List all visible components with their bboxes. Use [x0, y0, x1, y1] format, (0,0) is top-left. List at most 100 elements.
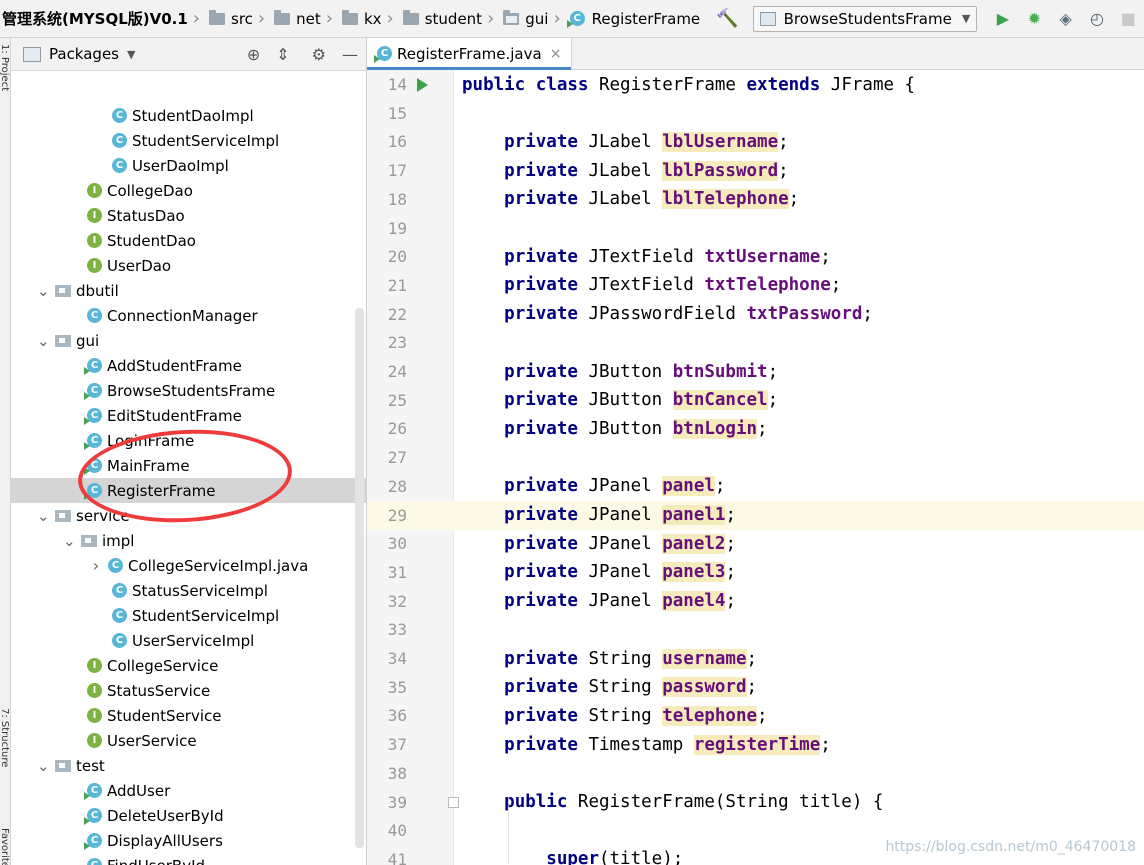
breadcrumb-item[interactable]: kx [336, 0, 384, 37]
breadcrumb-item[interactable]: C RegisterFrame [564, 0, 703, 37]
breadcrumb-item[interactable]: student [397, 0, 484, 37]
tree-item[interactable]: › C CollegeServiceImpl.java [11, 553, 366, 578]
hide-icon[interactable]: — [342, 45, 358, 64]
code-line[interactable]: 25 private JButton btnCancel; [367, 386, 1144, 415]
breadcrumb-item[interactable]: net [268, 0, 323, 37]
run-gutter-icon[interactable] [417, 77, 428, 92]
tree-item[interactable]: C StudentServiceImpl [11, 603, 366, 628]
tree-item[interactable]: C StudentServiceImpl [11, 128, 366, 153]
tree-item[interactable]: ⌄ service [11, 503, 366, 528]
code-line[interactable]: 39 public RegisterFrame(String title) { [367, 788, 1144, 817]
code-line[interactable]: 19 [367, 214, 1144, 243]
favorites-tool-label[interactable]: Favorites [0, 828, 10, 865]
code-area[interactable]: 14 public class RegisterFrame extends JFr… [367, 70, 1144, 865]
code-line[interactable]: 23 [367, 328, 1144, 357]
tree-item[interactable]: ⌄ impl [11, 528, 366, 553]
chevron-down-icon[interactable]: ▼ [127, 48, 135, 61]
code-line[interactable]: 20 private JTextField txtUsername; [367, 242, 1144, 271]
tree-item[interactable]: C FindUserById [11, 853, 366, 865]
code-line[interactable]: 24 private JButton btnSubmit; [367, 357, 1144, 386]
chevron-right-icon[interactable]: › [90, 556, 102, 575]
tab-registerframe-java[interactable]: C RegisterFrame.java × [367, 38, 573, 70]
stop-icon[interactable]: ■ [1113, 0, 1144, 37]
tree-item[interactable]: C DeleteUserById [11, 803, 366, 828]
package-icon [55, 284, 71, 297]
code-line[interactable]: 27 [367, 443, 1144, 472]
code-line[interactable]: 15 [367, 99, 1144, 128]
collapse-all-icon[interactable]: ⇕ [276, 45, 289, 64]
tree-item[interactable]: C BrowseStudentsFrame [11, 378, 366, 403]
fold-icon[interactable] [448, 796, 459, 808]
chevron-down-icon[interactable]: ⌄ [37, 757, 50, 775]
breadcrumb-label: gui [525, 9, 549, 28]
tree-item[interactable]: I StatusDao [11, 203, 366, 228]
chevron-down-icon[interactable]: ⌄ [37, 282, 50, 300]
code-line[interactable]: 29 private JPanel panel1; [367, 500, 1144, 530]
tree-item[interactable]: I UserDao [11, 253, 366, 278]
tree-item[interactable]: I StudentDao [11, 228, 366, 253]
breadcrumb-item[interactable]: src [203, 0, 255, 37]
tree-item[interactable]: I UserService [11, 728, 366, 753]
tree-item[interactable]: C LoginFrame [11, 428, 366, 453]
code-line[interactable]: 34 private String username; [367, 644, 1144, 673]
tree-item[interactable]: C StudentDaoImpl [11, 103, 366, 128]
code-token: ; [767, 361, 779, 382]
code-line[interactable]: 31 private JPanel panel3; [367, 558, 1144, 587]
close-icon[interactable]: × [550, 46, 562, 62]
code-line[interactable]: 26 private JButton btnLogin; [367, 414, 1144, 443]
code-line[interactable]: 14 public class RegisterFrame extends JFr… [367, 70, 1144, 99]
profile-icon[interactable]: ◴ [1081, 0, 1112, 37]
breadcrumb-item[interactable]: gui [497, 0, 550, 37]
tree-item[interactable]: C DisplayAllUsers [11, 828, 366, 853]
code-line[interactable]: 22 private JPasswordField txtPassword; [367, 300, 1144, 329]
locate-icon[interactable]: ⊕ [247, 45, 260, 64]
code-line[interactable]: 16 private JLabel lblUsername; [367, 127, 1144, 156]
code-line[interactable]: 18 private JLabel lblTelephone; [367, 185, 1144, 214]
chevron-down-icon[interactable]: ⌄ [63, 532, 76, 550]
structure-tool-label[interactable]: 7: Structure [0, 708, 10, 767]
code-line[interactable]: 38 [367, 759, 1144, 788]
run-icon[interactable]: ▶ [987, 0, 1018, 37]
packages-view-label[interactable]: Packages [49, 45, 119, 63]
tree-item[interactable]: C StatusServiceImpl [11, 578, 366, 603]
code-line[interactable]: 28 private JPanel panel; [367, 472, 1144, 501]
tree-item[interactable]: I StatusService [11, 678, 366, 703]
code-line[interactable]: 17 private JLabel lblPassword; [367, 156, 1144, 185]
tree-item[interactable]: ⌄ gui [11, 328, 366, 353]
code-token: JPasswordField [577, 304, 747, 325]
hammer-icon[interactable]: 🔨 [716, 8, 738, 29]
tree-item[interactable]: C RegisterFrame [11, 478, 366, 503]
tree-item[interactable]: C MainFrame [11, 453, 366, 478]
project-tool-label[interactable]: 1: Project [0, 44, 10, 91]
tree-item[interactable]: I CollegeDao [11, 178, 366, 203]
code-line[interactable]: 30 private JPanel panel2; [367, 529, 1144, 558]
run-configuration-select[interactable]: BrowseStudentsFrame ▼ [752, 5, 978, 32]
project-scrollbar[interactable] [355, 308, 364, 848]
coverage-icon[interactable]: ◈ [1050, 0, 1081, 37]
code-line[interactable]: 33 [367, 615, 1144, 644]
tree-item[interactable]: ⌄ dbutil [11, 278, 366, 303]
gear-icon[interactable]: ⚙ [312, 45, 326, 64]
tree-item[interactable]: C EditStudentFrame [11, 403, 366, 428]
code-text: private JButton btnCancel; [462, 390, 778, 411]
chevron-down-icon[interactable]: ⌄ [37, 332, 50, 350]
code-line[interactable]: 37 private Timestamp registerTime; [367, 730, 1144, 759]
tree-item[interactable]: C AddUser [11, 778, 366, 803]
tree-item[interactable]: C UserServiceImpl [11, 628, 366, 653]
code-line[interactable]: 35 private String password; [367, 673, 1144, 702]
tree-item[interactable]: I CollegeService [11, 653, 366, 678]
tree-item[interactable]: C UserDaoImpl [11, 153, 366, 178]
tree-item[interactable]: C ConnectionManager [11, 303, 366, 328]
code-line[interactable]: 21 private JTextField txtTelephone; [367, 271, 1144, 300]
debug-icon[interactable]: ✹ [1019, 0, 1050, 37]
tree-item[interactable]: I StudentService [11, 703, 366, 728]
tree-item[interactable]: ⌄ test [11, 753, 366, 778]
line-number: 39 [387, 792, 407, 812]
breadcrumb-item[interactable]: 管理系统(MYSQL版)V0.1 [0, 0, 190, 37]
tree-item[interactable]: C AddStudentFrame [11, 353, 366, 378]
code-line[interactable]: 32 private JPanel panel4; [367, 587, 1144, 616]
code-line[interactable]: 36 private String telephone; [367, 701, 1144, 730]
code-token: ; [862, 304, 873, 325]
chevron-down-icon[interactable]: ⌄ [37, 507, 50, 525]
